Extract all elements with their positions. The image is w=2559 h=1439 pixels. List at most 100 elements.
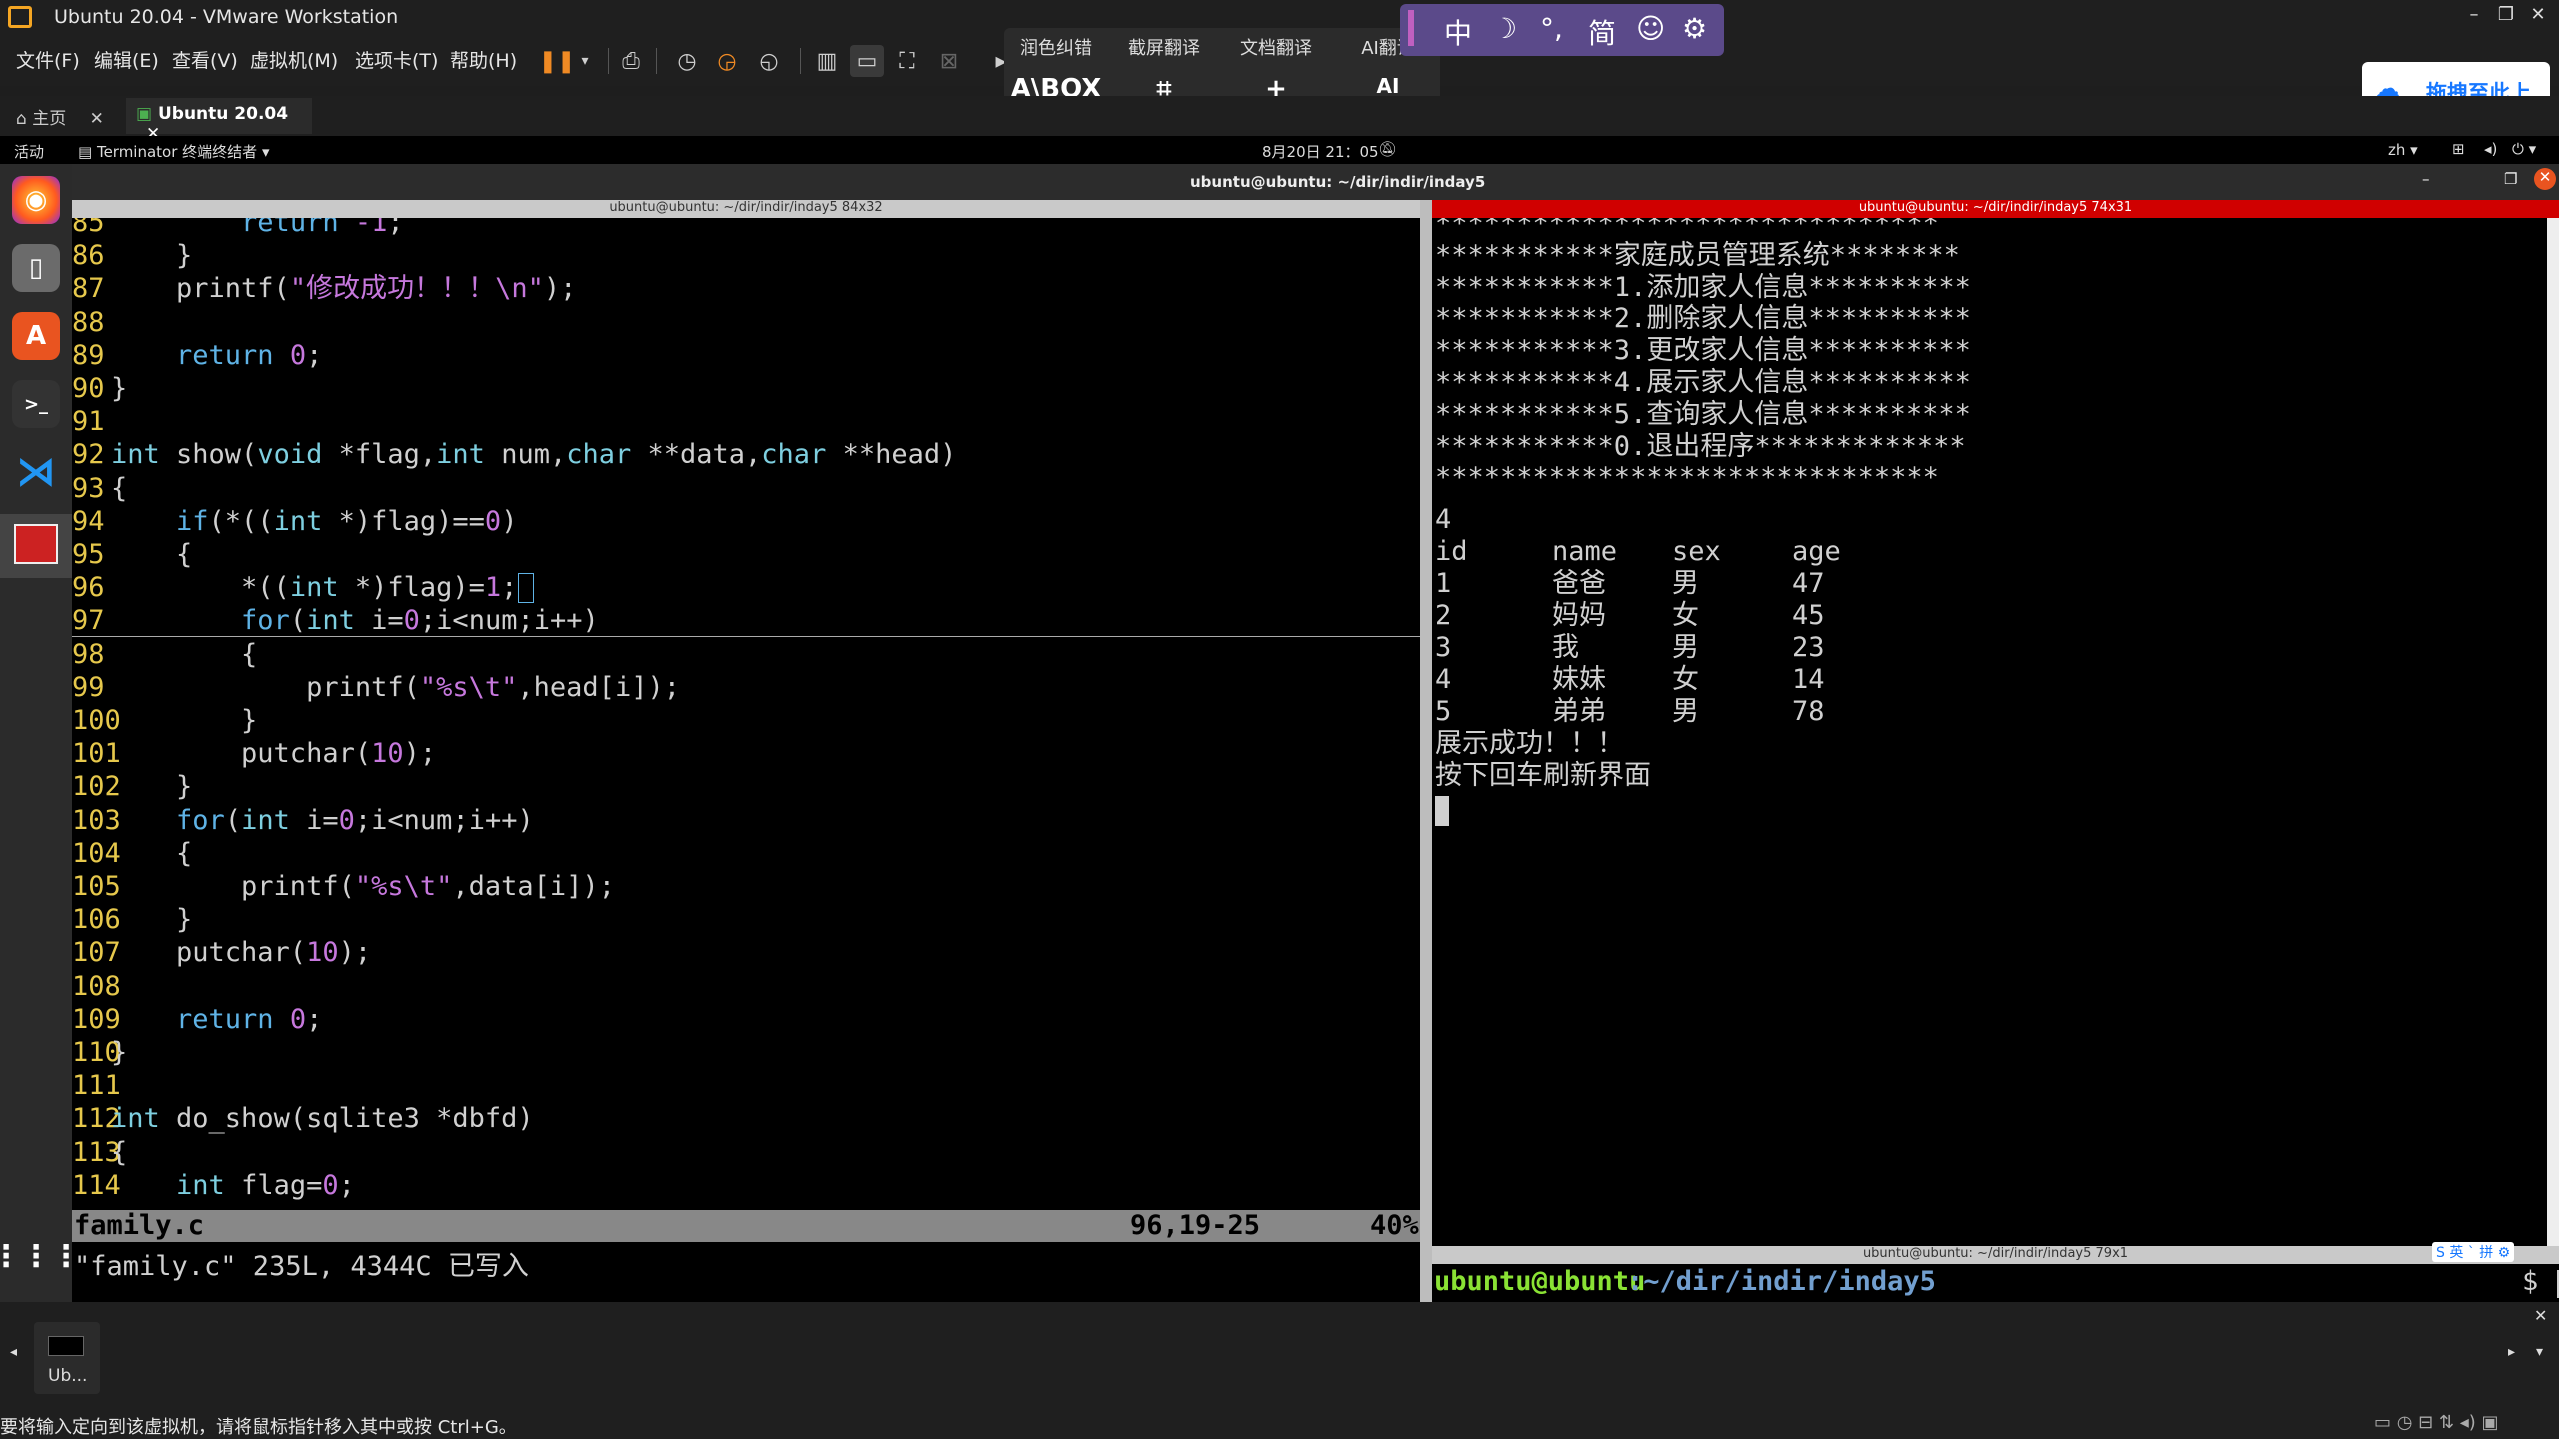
- code-text: }: [111, 240, 193, 272]
- vim-cmdline-text: "family.c" 235L, 4344C 已写入: [74, 1251, 529, 1282]
- files-icon[interactable]: ▯: [12, 244, 60, 292]
- revert-snapshot-icon[interactable]: ◶: [710, 45, 744, 77]
- code-line: 99 printf("%s\t",head[i]);: [72, 671, 680, 704]
- moon-icon[interactable]: ☽: [1492, 12, 1517, 45]
- table-cell: 3: [1435, 632, 1452, 663]
- vscode-icon[interactable]: ⋊: [12, 448, 60, 496]
- device-icons[interactable]: ▭ ◷ ⊟ ⇅ ◂) ▣: [2374, 1412, 2499, 1433]
- volume-icon[interactable]: ◂): [2484, 140, 2497, 158]
- polish-tool[interactable]: 润色纠错 A\BOX: [1004, 34, 1108, 104]
- prompt-dollar: $: [2522, 1266, 2539, 1297]
- toolbar-divider: [608, 48, 609, 74]
- scroll-right-icon[interactable]: ▸: [2508, 1344, 2515, 1360]
- menu-line: ***********5.查询家人信息**********: [1435, 398, 1971, 430]
- vm-thumbnail[interactable]: Ub...: [34, 1322, 100, 1394]
- tab-ubuntu[interactable]: ▣ Ubuntu 20.04 ✕: [126, 98, 312, 144]
- line-number: 108: [72, 970, 121, 1002]
- sogou-ime-indicator[interactable]: S 英 ˋ 拼 ⚙: [2432, 1242, 2515, 1262]
- unity-icon[interactable]: ⊠: [932, 45, 966, 77]
- firefox-icon[interactable]: ◉: [12, 176, 60, 224]
- screenshot-translate-label: 截屏翻译: [1128, 38, 1200, 59]
- line-number: 94: [72, 505, 105, 537]
- menu-file[interactable]: 文件(F): [16, 46, 80, 73]
- close-thumbnail-bar-icon[interactable]: ✕: [2534, 1306, 2547, 1325]
- code-text: printf("%s\t",data[i]);: [111, 871, 615, 902]
- code-line: 104 {: [72, 837, 192, 870]
- right-terminal[interactable]: ******************************* *********…: [1432, 218, 2547, 1246]
- table-header-cell: name: [1552, 536, 1618, 567]
- thumbnail-bar-icon[interactable]: ▭: [850, 45, 884, 77]
- menu-view[interactable]: 查看(V): [172, 46, 238, 73]
- emoji-icon[interactable]: ☺: [1636, 12, 1665, 45]
- line-number: 86: [72, 240, 105, 272]
- code-line: 86 }: [72, 239, 192, 272]
- clock[interactable]: 8月20日 21：05: [1262, 141, 1379, 162]
- status-message: 要将输入定向到该虚拟机，请将鼠标指针移入其中或按 Ctrl+G。: [0, 1417, 517, 1438]
- tab-home[interactable]: ⌂ 主页 ✕: [6, 98, 124, 134]
- table-cell: 弟弟: [1552, 696, 1606, 727]
- menu-line: ***********家庭成员管理系统********: [1435, 239, 1960, 271]
- menu-tabs[interactable]: 选项卡(T): [355, 46, 438, 73]
- ubuntu-top-panel: 活动 ▤ Terminator 终端终结者 ▾ 8月20日 21：05 🔕︎ z…: [0, 136, 2559, 164]
- terminal-icon[interactable]: >_: [12, 380, 60, 428]
- line-number: 93: [72, 472, 105, 504]
- punctuation-icon[interactable]: °,: [1540, 12, 1563, 45]
- software-center-icon[interactable]: A: [12, 312, 60, 360]
- ime-simplified-toggle[interactable]: 简: [1588, 12, 1616, 52]
- home-icon: ⌂: [16, 109, 27, 129]
- language-menu[interactable]: zh ▾: [2388, 141, 2418, 159]
- pause-dropdown-icon[interactable]: ▾: [568, 45, 602, 77]
- line-number: 87: [72, 273, 105, 305]
- close-icon[interactable]: ✕: [2534, 168, 2556, 190]
- terminator-titlebar: ubuntu@ubuntu: ~/dir/indir/inday5 – ❐ ✕: [72, 164, 2559, 200]
- snapshot-manager-icon[interactable]: ◵: [752, 45, 786, 77]
- menu-line: *******************************: [1435, 218, 1939, 239]
- code-text: }: [111, 373, 128, 404]
- menu-edit[interactable]: 编辑(E): [94, 46, 159, 73]
- bottom-terminal[interactable]: ubuntu@ubuntu :~/dir/indir/inday5 $: [1432, 1264, 2559, 1302]
- close-tab-icon[interactable]: ✕: [90, 109, 104, 129]
- dock-active-item[interactable]: [0, 514, 72, 578]
- menu-line: ***********0.退出程序*************: [1435, 430, 1966, 462]
- vmware-status-bar: 要将输入定向到该虚拟机，请将鼠标指针移入其中或按 Ctrl+G。 ▭ ◷ ⊟ ⇅…: [0, 1408, 2559, 1439]
- power-icon[interactable]: ⏻ ▾: [2512, 140, 2536, 158]
- activities-button[interactable]: 活动: [14, 141, 44, 162]
- ime-chinese-toggle[interactable]: 中: [1444, 12, 1472, 52]
- tab-ubuntu-label: Ubuntu 20.04: [157, 104, 289, 124]
- vim-status-file: family.c: [74, 1210, 205, 1241]
- network-icon[interactable]: ⊞: [2452, 140, 2465, 158]
- fullscreen-icon[interactable]: ⛶: [890, 45, 924, 77]
- scrollbar[interactable]: [2547, 218, 2559, 1246]
- sidebar-toggle-icon[interactable]: ▥: [810, 45, 844, 77]
- code-text: {: [111, 837, 193, 869]
- close-window-icon[interactable]: ✕: [2518, 4, 2558, 25]
- gear-icon[interactable]: ⚙: [1682, 12, 1707, 45]
- pane-divider[interactable]: [1420, 200, 1432, 1302]
- table-cell: 47: [1792, 568, 1825, 599]
- code-text: {: [111, 539, 193, 570]
- send-ctrl-alt-del-icon[interactable]: ⎙: [614, 45, 648, 77]
- app-menu[interactable]: ▤ Terminator 终端终结者 ▾: [78, 141, 269, 162]
- ubuntu-dock: ◉ ▯ A >_ ⋊ ⋮⋮⋮: [0, 164, 81, 1304]
- ime-toolbar: 中 ☽ °, 简 ☺ ⚙: [1400, 4, 1724, 56]
- minimize-icon[interactable]: –: [2422, 170, 2430, 188]
- line-number: 113: [72, 1136, 121, 1168]
- menu-vm[interactable]: 虚拟机(M): [250, 46, 338, 73]
- scroll-left-icon[interactable]: ◂: [10, 1344, 17, 1360]
- ime-grip[interactable]: [1408, 10, 1414, 46]
- code-text: return 0;: [176, 339, 323, 371]
- vim-editor[interactable]: 85 return -1; 86 } 87 printf("修改成功！！！\n");…: [72, 218, 1420, 1302]
- snapshot-icon[interactable]: ◷: [670, 45, 704, 77]
- chevron-down-icon[interactable]: ▾: [2536, 1344, 2543, 1360]
- maximize-icon[interactable]: ❐: [2504, 170, 2517, 188]
- user-input: 4: [1435, 504, 1452, 535]
- vm-thumbnail-preview: [48, 1336, 84, 1356]
- code-line: 106 }: [72, 903, 192, 936]
- screenshot-translate-tool[interactable]: 截屏翻译 ⌗: [1112, 34, 1216, 105]
- show-applications-icon[interactable]: ⋮⋮⋮: [0, 1232, 81, 1280]
- line-number: 100: [72, 705, 121, 736]
- line-number: 101: [72, 738, 121, 770]
- document-translate-tool[interactable]: 文档翻译 +: [1224, 34, 1328, 104]
- line-number: 106: [72, 904, 121, 936]
- menu-help[interactable]: 帮助(H): [450, 46, 517, 73]
